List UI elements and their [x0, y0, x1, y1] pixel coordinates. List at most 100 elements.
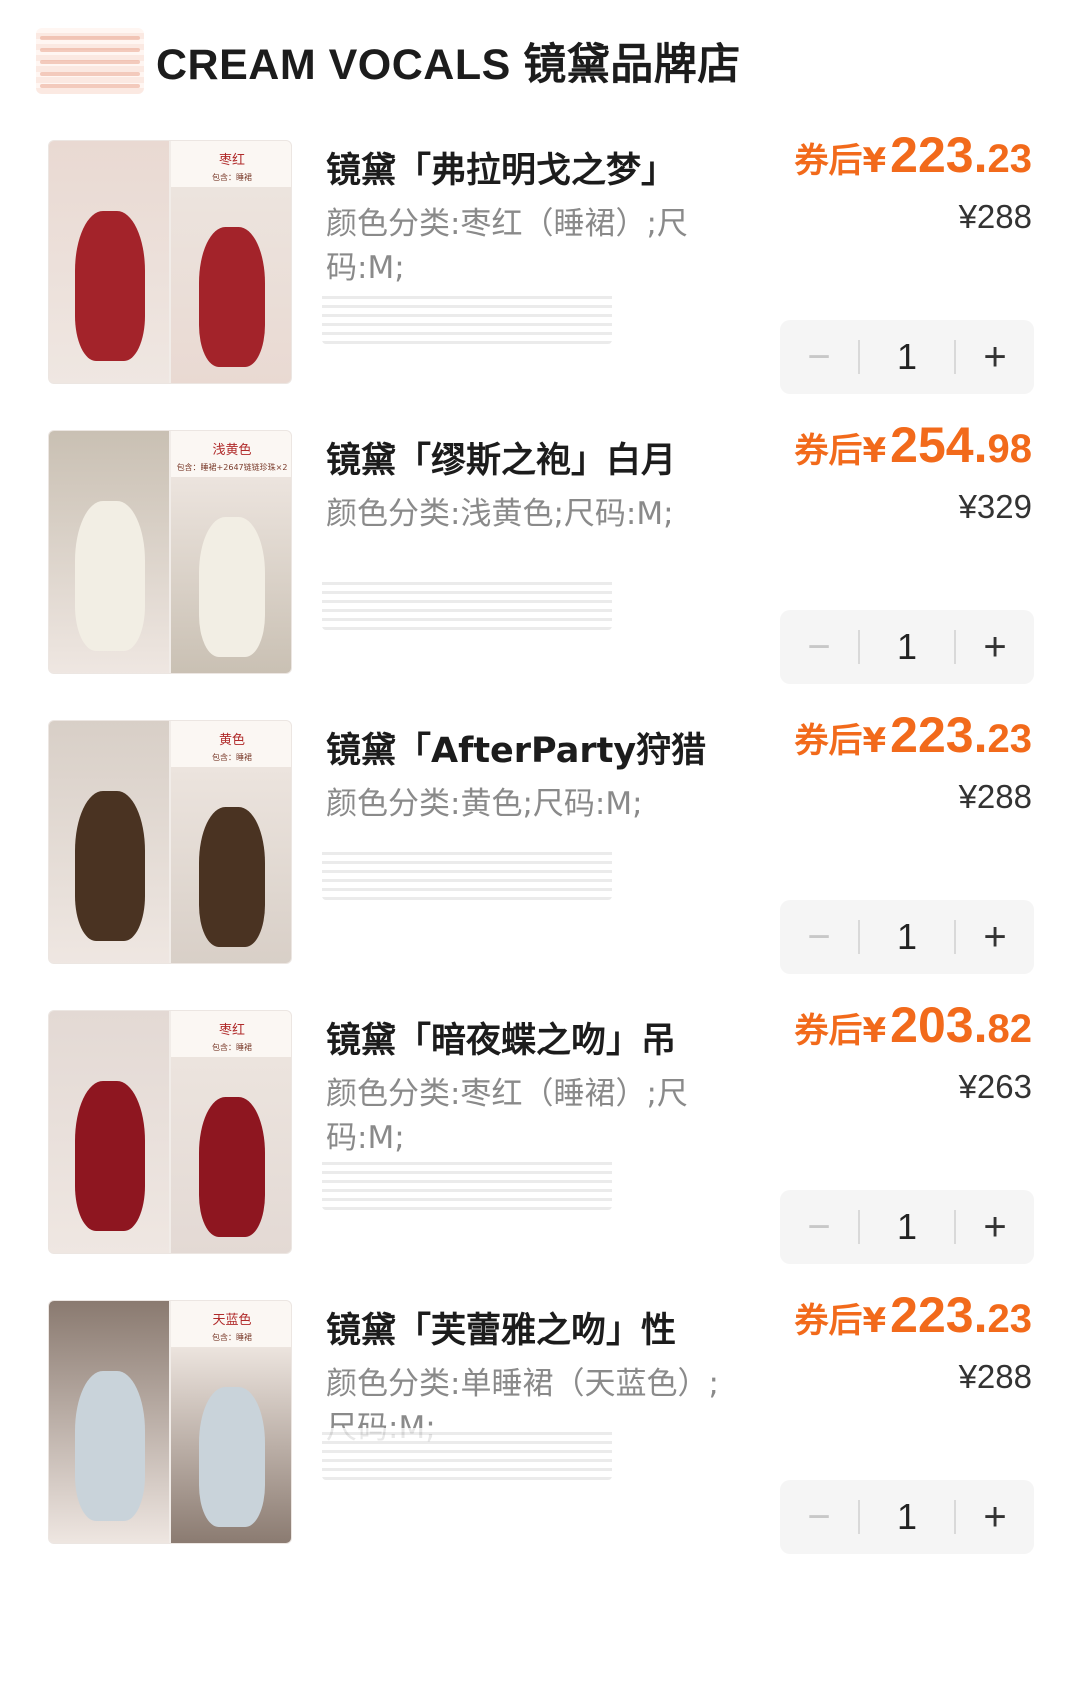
- minus-icon[interactable]: −: [780, 900, 858, 974]
- thumb-includes-label: 包含：睡裙: [212, 1043, 252, 1052]
- price-integer: 223.: [890, 1287, 988, 1343]
- thumb-variant-label: 黄色 包含：睡裙: [171, 721, 291, 767]
- garment-shape: [199, 227, 265, 367]
- minus-icon[interactable]: −: [780, 1480, 858, 1554]
- cart-item[interactable]: 浅黄色 包含：睡裙+2647链链珍珠×2 镜黛「缪斯之袍」白月 颜色分类:浅黄色…: [0, 417, 1080, 740]
- quantity-value[interactable]: 1: [860, 1496, 954, 1538]
- minus-icon[interactable]: −: [780, 1190, 858, 1264]
- thumb-variant-label: 枣红 包含：睡裙: [171, 141, 291, 187]
- product-title[interactable]: 镜黛「芙蕾雅之吻」性: [326, 1302, 726, 1353]
- product-title[interactable]: 镜黛「暗夜蝶之吻」吊: [326, 1012, 726, 1063]
- original-price: ¥288: [958, 198, 1032, 235]
- blurred-promo-text: [322, 1158, 612, 1210]
- price-decimal: 82: [987, 1007, 1033, 1051]
- thumb-color-label: 枣红: [218, 153, 245, 168]
- product-photo-back: [171, 477, 291, 673]
- product-thumbnail[interactable]: 枣红 包含：睡裙: [48, 140, 292, 384]
- product-photo-front: [49, 1011, 169, 1253]
- price-integer: 254.: [890, 417, 988, 473]
- product-photo-back: [171, 1347, 291, 1543]
- blurred-promo-text: [322, 848, 612, 900]
- plus-icon[interactable]: +: [956, 320, 1034, 394]
- thumb-color-label: 枣红: [218, 1023, 245, 1038]
- thumb-color-label: 天蓝色: [212, 1313, 252, 1328]
- garment-shape: [199, 1097, 265, 1237]
- price-prefix: 券后¥: [794, 431, 887, 471]
- product-spec[interactable]: 颜色分类:枣红（睡裙）;尺码:M;: [326, 202, 736, 290]
- quantity-value[interactable]: 1: [860, 916, 954, 958]
- quantity-stepper: − 1 +: [780, 1190, 1034, 1264]
- garment-shape: [75, 1081, 145, 1231]
- quantity-stepper: − 1 +: [780, 320, 1034, 394]
- product-title[interactable]: 镜黛「缪斯之袍」白月: [326, 432, 726, 483]
- blurred-promo-text: [322, 1428, 612, 1480]
- quantity-value[interactable]: 1: [860, 626, 954, 668]
- original-price: ¥288: [958, 1358, 1032, 1395]
- coupon-price: 券后¥ 223. 23: [795, 706, 1033, 764]
- product-thumbnail[interactable]: 黄色 包含：睡裙: [48, 720, 292, 964]
- quantity-stepper: − 1 +: [780, 610, 1034, 684]
- product-title[interactable]: 镜黛「AfterParty狩猎: [326, 722, 726, 773]
- garment-shape: [75, 1371, 145, 1521]
- minus-icon[interactable]: −: [780, 610, 858, 684]
- product-spec[interactable]: 颜色分类:浅黄色;尺码:M;: [326, 492, 736, 536]
- product-thumbnail[interactable]: 枣红 包含：睡裙: [48, 1010, 292, 1254]
- price-decimal: 98: [987, 427, 1033, 471]
- original-price: ¥329: [958, 488, 1032, 525]
- price-prefix: 券后¥: [794, 721, 887, 761]
- quantity-stepper: − 1 +: [780, 900, 1034, 974]
- plus-icon[interactable]: +: [956, 900, 1034, 974]
- cart-item[interactable]: 天蓝色 包含：睡裙 镜黛「芙蕾雅之吻」性 颜色分类:单睡裙（天蓝色）;尺码:M;…: [0, 1287, 1080, 1610]
- price-prefix: 券后¥: [794, 1011, 887, 1051]
- shop-logo-icon: [36, 28, 144, 94]
- cart-item[interactable]: 枣红 包含：睡裙 镜黛「弗拉明戈之梦」 颜色分类:枣红（睡裙）;尺码:M; 券后…: [0, 127, 1080, 450]
- plus-icon[interactable]: +: [956, 1480, 1034, 1554]
- product-photo-back: [171, 187, 291, 383]
- price-decimal: 23: [987, 717, 1033, 761]
- price-integer: 223.: [890, 707, 988, 763]
- thumb-includes-label: 包含：睡裙: [212, 753, 252, 762]
- garment-shape: [199, 517, 265, 657]
- plus-icon[interactable]: +: [956, 610, 1034, 684]
- price-decimal: 23: [987, 1297, 1033, 1341]
- price-decimal: 23: [987, 137, 1033, 181]
- garment-shape: [75, 791, 145, 941]
- price-prefix: 券后¥: [794, 1301, 887, 1341]
- quantity-value[interactable]: 1: [860, 336, 954, 378]
- product-thumbnail[interactable]: 浅黄色 包含：睡裙+2647链链珍珠×2: [48, 430, 292, 674]
- coupon-price: 券后¥ 254. 98: [795, 416, 1033, 474]
- price-prefix: 券后¥: [794, 141, 887, 181]
- shop-header[interactable]: CREAM VOCALS 镜黛品牌店: [36, 26, 741, 96]
- blurred-promo-text: [322, 578, 612, 630]
- price-integer: 203.: [890, 997, 988, 1053]
- plus-icon[interactable]: +: [956, 1190, 1034, 1264]
- quantity-stepper: − 1 +: [780, 1480, 1034, 1554]
- thumb-variant-label: 浅黄色 包含：睡裙+2647链链珍珠×2: [171, 431, 291, 477]
- product-photo-front: [49, 721, 169, 963]
- product-photo-back: [171, 767, 291, 963]
- coupon-price: 券后¥ 203. 82: [795, 996, 1033, 1054]
- thumb-variant-label: 枣红 包含：睡裙: [171, 1011, 291, 1057]
- garment-shape: [199, 1387, 265, 1527]
- cart-item[interactable]: 黄色 包含：睡裙 镜黛「AfterParty狩猎 颜色分类:黄色;尺码:M; 券…: [0, 707, 1080, 1030]
- coupon-price: 券后¥ 223. 23: [795, 126, 1033, 184]
- garment-shape: [75, 211, 145, 361]
- original-price: ¥288: [958, 778, 1032, 815]
- thumb-includes-label: 包含：睡裙: [212, 173, 252, 182]
- thumb-color-label: 浅黄色: [212, 443, 252, 458]
- product-spec[interactable]: 颜色分类:枣红（睡裙）;尺码:M;: [326, 1072, 736, 1160]
- product-spec[interactable]: 颜色分类:黄色;尺码:M;: [326, 782, 736, 826]
- quantity-value[interactable]: 1: [860, 1206, 954, 1248]
- thumb-color-label: 黄色: [218, 733, 245, 748]
- shop-name[interactable]: CREAM VOCALS 镜黛品牌店: [156, 30, 741, 92]
- coupon-price: 券后¥ 223. 23: [795, 1286, 1033, 1344]
- thumb-includes-label: 包含：睡裙: [212, 1333, 252, 1342]
- garment-shape: [75, 501, 145, 651]
- product-thumbnail[interactable]: 天蓝色 包含：睡裙: [48, 1300, 292, 1544]
- product-photo-front: [49, 141, 169, 383]
- product-title[interactable]: 镜黛「弗拉明戈之梦」: [326, 142, 726, 193]
- product-photo-front: [49, 1301, 169, 1543]
- thumb-variant-label: 天蓝色 包含：睡裙: [171, 1301, 291, 1347]
- minus-icon[interactable]: −: [780, 320, 858, 394]
- cart-item[interactable]: 枣红 包含：睡裙 镜黛「暗夜蝶之吻」吊 颜色分类:枣红（睡裙）;尺码:M; 券后…: [0, 997, 1080, 1320]
